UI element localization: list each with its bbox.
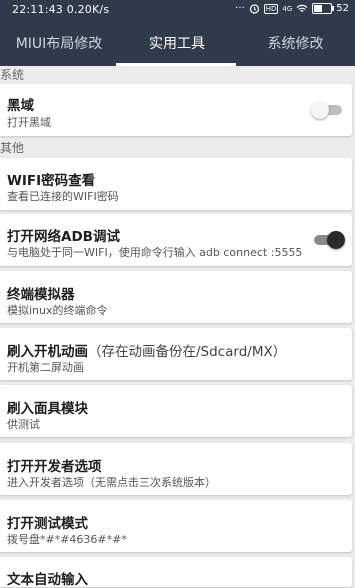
clock: 22:11:43	[12, 3, 64, 16]
item-title: 打开开发者选项	[7, 459, 102, 475]
item-title-note: （存在动画备份在/Sdcard/MX）	[88, 344, 287, 360]
item-subtitle: 开机第二屏动画	[7, 361, 84, 374]
item-subtitle: 打开黑域	[7, 116, 51, 129]
alarm-icon	[249, 4, 259, 14]
item-subtitle: 进入开发者选项（无需点击三次系统版本）	[7, 476, 216, 489]
wifi-icon	[296, 4, 308, 12]
list-item-heiyu[interactable]: 黑域 打开黑域	[0, 84, 352, 136]
tab-tools[interactable]: 实用工具	[118, 22, 236, 66]
status-bar: 22:11:43 0.20K/s ··· HD 4G 52	[0, 0, 355, 22]
adb-toggle[interactable]	[311, 229, 345, 251]
signal-icon: 4G	[282, 4, 293, 13]
item-subtitle: 模拟inux的终端命令	[7, 304, 108, 317]
network-speed: 0.20K/s	[66, 3, 110, 16]
list-item-terminal[interactable]: 终端模拟器 模拟inux的终端命令	[0, 271, 352, 323]
list-item-wifi-password[interactable]: WIFI密码查看 查看已连接的WIFI密码	[0, 158, 352, 210]
tab-miui-layout[interactable]: MIUI布局修改	[0, 22, 118, 66]
tab-system-mod[interactable]: 系统修改	[236, 22, 355, 66]
item-subtitle: 查看已连接的WIFI密码	[7, 190, 119, 203]
item-title: 刷入面具模块	[7, 401, 88, 417]
item-title: 终端模拟器	[7, 287, 75, 303]
list-item-magisk-module[interactable]: 刷入面具模块 供测试	[0, 385, 352, 437]
list-item-test-mode[interactable]: 打开测试模式 拨号盘*#*#4636#*#*	[0, 500, 352, 552]
item-title: 文本自动输入	[7, 572, 88, 588]
tab-bar: MIUI布局修改 实用工具 系统修改	[0, 22, 355, 66]
item-subtitle: 供测试	[7, 418, 40, 431]
item-subtitle: 拨号盘*#*#4636#*#*	[7, 533, 127, 546]
battery-icon	[312, 3, 335, 14]
hd-icon: HD	[263, 3, 279, 14]
section-header-other: 其他	[0, 141, 25, 155]
item-title-text: 刷入开机动画	[7, 344, 88, 360]
notification-dots-icon: ···	[235, 3, 245, 14]
list-item-developer-options[interactable]: 打开开发者选项 进入开发者选项（无需点击三次系统版本）	[0, 443, 352, 495]
list-item-boot-animation[interactable]: 刷入开机动画（存在动画备份在/Sdcard/MX） 开机第二屏动画	[0, 328, 352, 380]
item-title: WIFI密码查看	[7, 173, 96, 189]
heiyu-toggle[interactable]	[311, 99, 345, 121]
item-subtitle: 与电脑处于同一WIFI，使用命令行输入 adb connect :5555	[7, 246, 303, 259]
item-title: 打开测试模式	[7, 516, 88, 532]
battery-percent: 52	[336, 3, 349, 14]
list-item-auto-input[interactable]: 文本自动输入	[0, 557, 352, 588]
list-item-adb-debug[interactable]: 打开网络ADB调试 与电脑处于同一WIFI，使用命令行输入 adb connec…	[0, 214, 352, 266]
item-title: 打开网络ADB调试	[7, 229, 120, 245]
item-title: 黑域	[7, 98, 34, 114]
status-time: 22:11:43 0.20K/s	[12, 3, 109, 16]
section-header-system: 系统	[0, 68, 25, 82]
active-tab-indicator	[116, 63, 236, 66]
item-title: 刷入开机动画（存在动画备份在/Sdcard/MX）	[7, 340, 286, 360]
status-icons: ··· HD 4G 52	[235, 3, 349, 14]
